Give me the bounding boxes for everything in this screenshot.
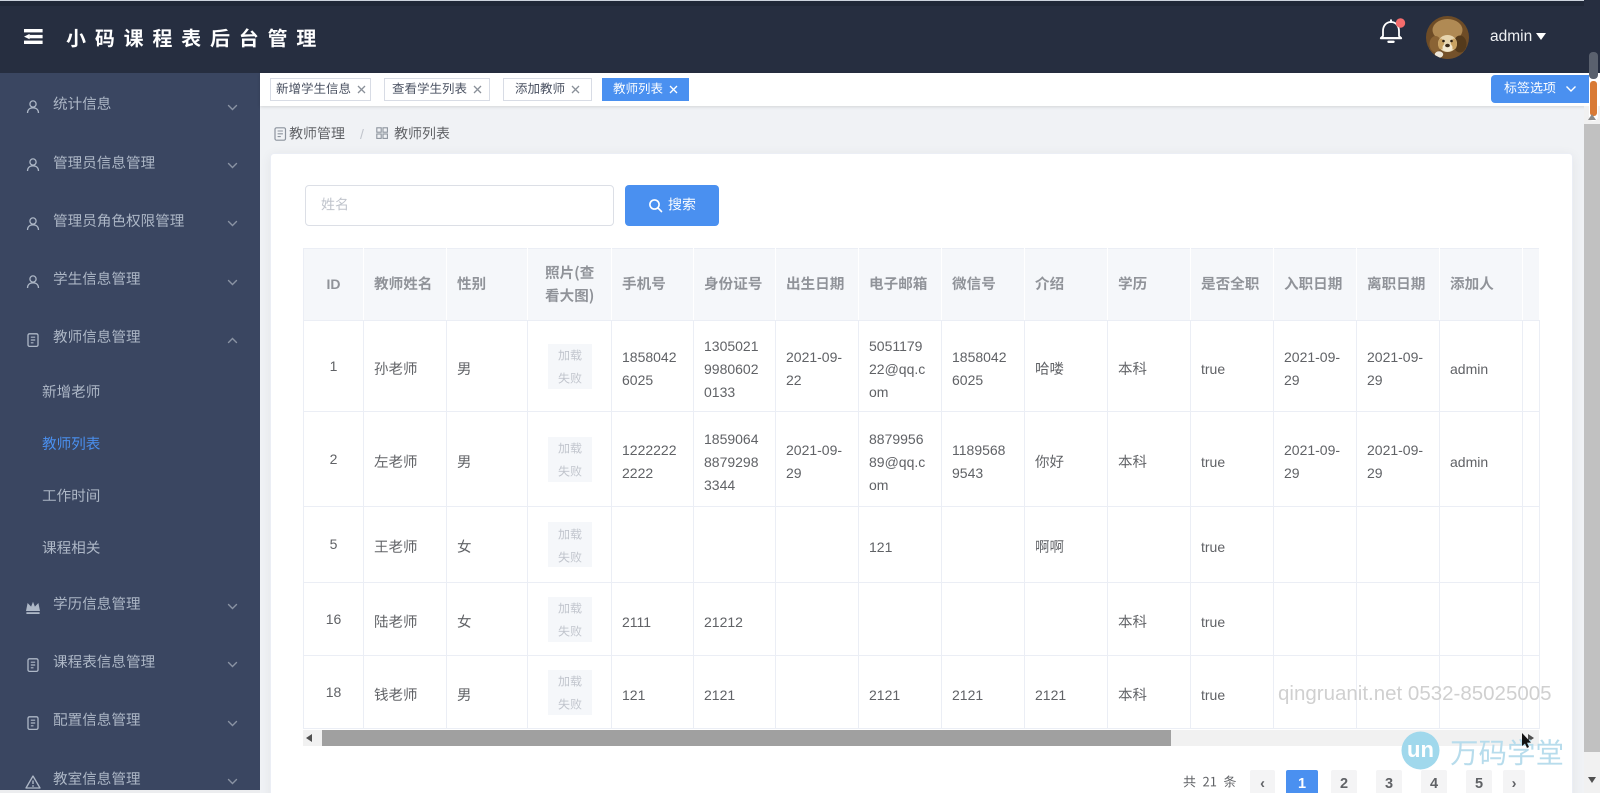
svg-text:un: un xyxy=(1407,737,1434,762)
